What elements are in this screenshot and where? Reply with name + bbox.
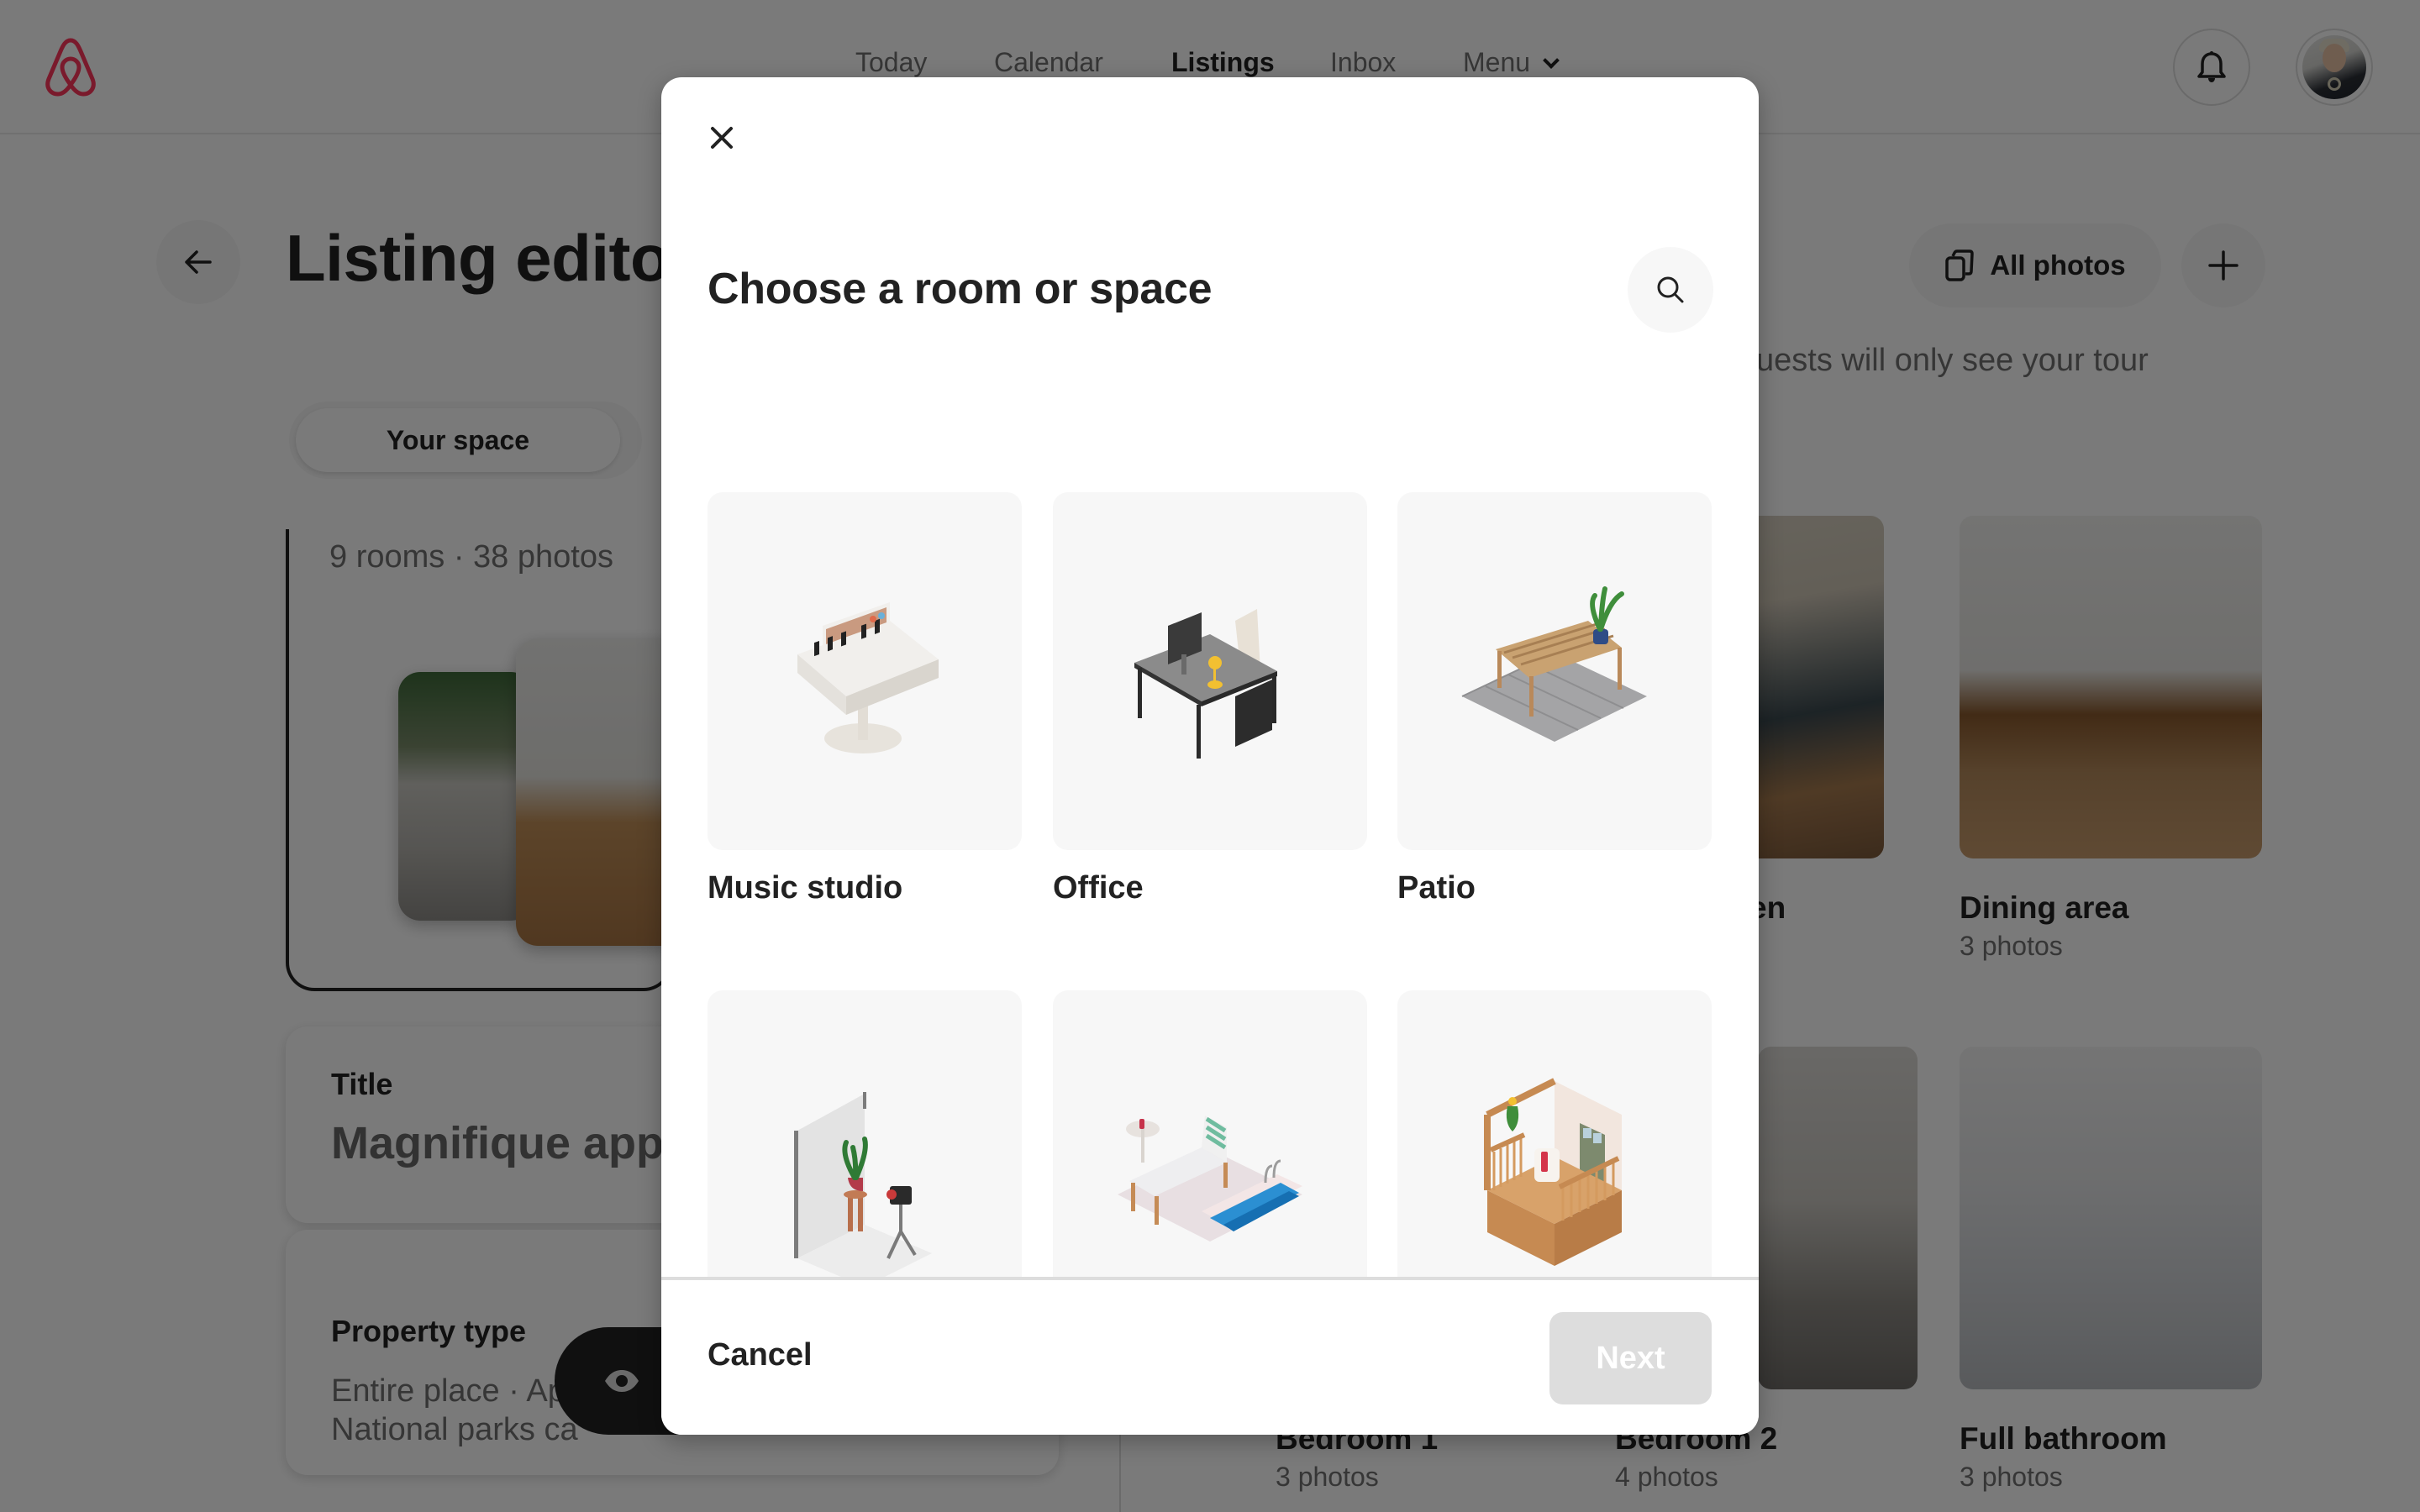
close-button[interactable]: [695, 111, 749, 165]
next-button[interactable]: Next: [1549, 1312, 1712, 1404]
bench-with-plant-illustration: [1461, 586, 1647, 742]
porch-rocking-chair-illustration: [1484, 1078, 1622, 1266]
option-label: Patio: [1397, 870, 1476, 906]
option-tile: [1053, 492, 1367, 850]
option-tile: [708, 492, 1022, 850]
option-label: Music studio: [708, 870, 903, 906]
desk-and-chair-illustration: [1134, 609, 1277, 759]
option-label: Office: [1053, 870, 1144, 906]
search-button[interactable]: [1628, 247, 1713, 333]
pool-lounger-illustration: [1118, 1116, 1302, 1242]
photo-studio-illustration: [794, 1092, 932, 1278]
modal-title: Choose a room or space: [708, 265, 1213, 313]
close-icon: [711, 127, 733, 149]
cancel-button[interactable]: Cancel: [708, 1337, 813, 1373]
room-options-grid: Music studio Office Patio: [661, 413, 1759, 1354]
search-icon: [1657, 276, 1684, 303]
option-tile: [1397, 492, 1712, 850]
keyboard-synth-illustration: [797, 602, 939, 753]
choose-room-modal: Choose a room or space Music studio Offi…: [661, 77, 1759, 1435]
modal-footer: Cancel Next: [661, 1277, 1759, 1435]
